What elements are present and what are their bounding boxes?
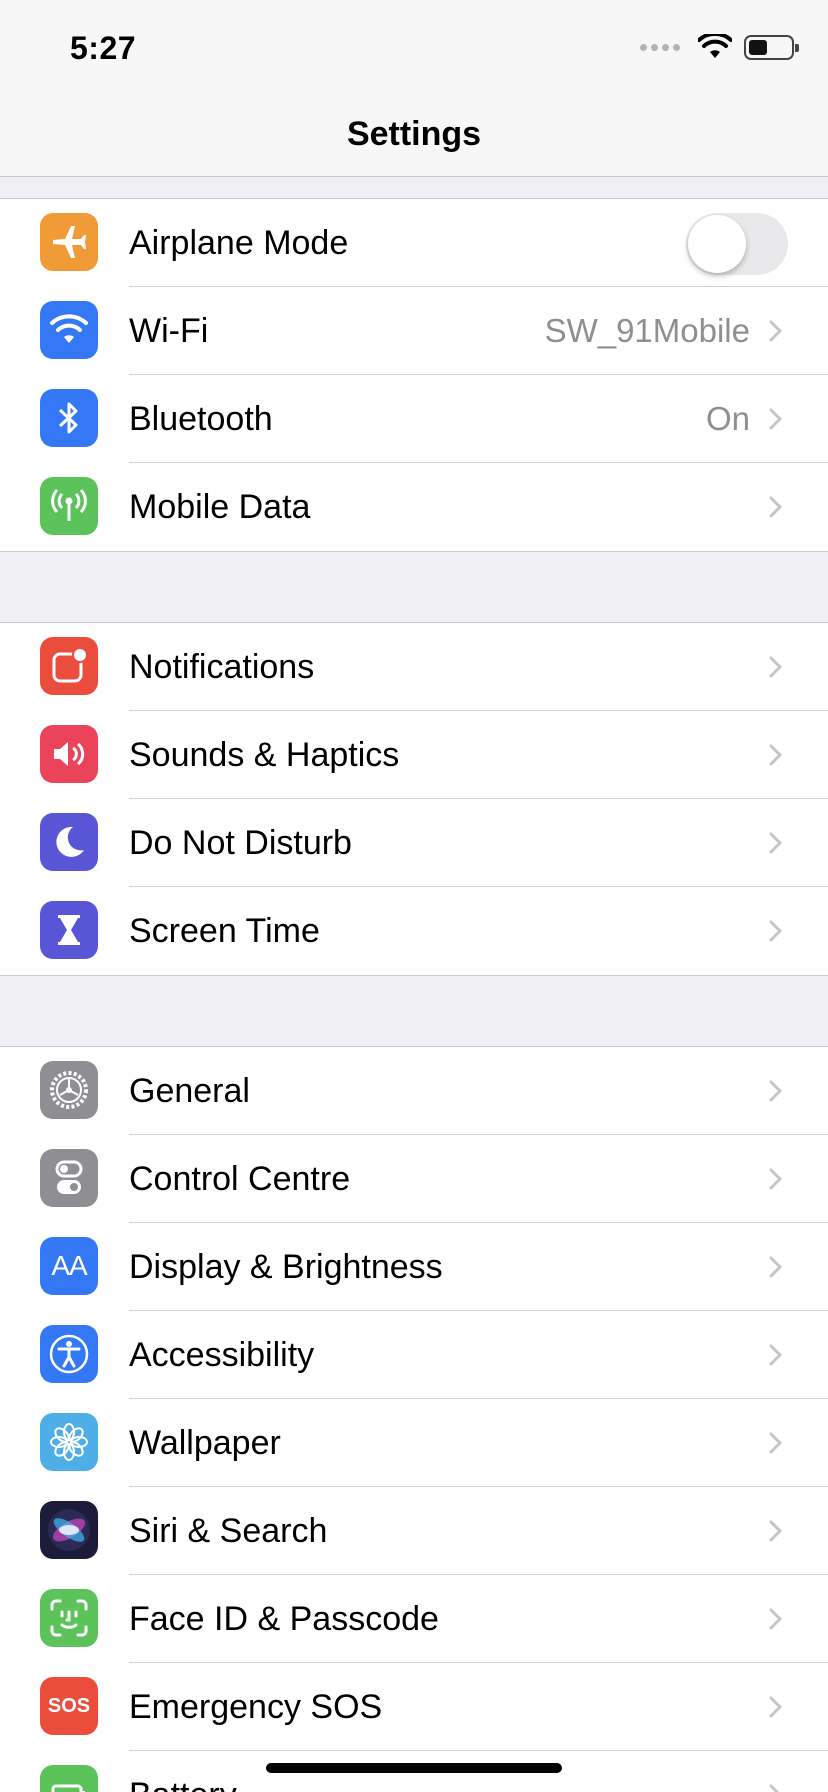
page-title: Settings <box>346 114 482 153</box>
wifi-status-icon <box>698 34 732 58</box>
moon-icon <box>40 813 98 871</box>
settings-row-label: Screen Time <box>129 912 320 950</box>
chevron-right-icon <box>769 1520 782 1542</box>
chevron-right-icon <box>769 1608 782 1630</box>
settings-row-label: Mobile Data <box>129 488 311 526</box>
settings-row-label: Airplane Mode <box>129 224 349 262</box>
settings-group-notifications: Notifications Sounds & Haptics Do Not Di… <box>0 622 828 976</box>
settings-row-label: Bluetooth <box>129 400 273 438</box>
settings-row-label: General <box>129 1072 250 1110</box>
airplane-mode-toggle[interactable] <box>686 213 788 275</box>
settings-row-label: Accessibility <box>129 1336 315 1374</box>
home-indicator[interactable] <box>266 1763 562 1773</box>
wifi-icon <box>40 301 98 359</box>
settings-row-notifications[interactable]: Notifications <box>0 623 828 711</box>
accessibility-icon <box>40 1325 98 1383</box>
chevron-right-icon <box>769 1696 782 1718</box>
switches-icon <box>40 1149 98 1207</box>
settings-group-connectivity: Airplane Mode Wi-Fi SW_91Mobile Bluetoot… <box>0 198 828 552</box>
chevron-right-icon <box>769 1168 782 1190</box>
settings-list: Airplane Mode Wi-Fi SW_91Mobile Bluetoot… <box>0 198 828 1792</box>
settings-row-accessibility[interactable]: Accessibility <box>0 1311 828 1399</box>
chevron-right-icon <box>769 656 782 678</box>
battery-icon <box>40 1765 98 1792</box>
settings-row-label: Do Not Disturb <box>129 824 352 862</box>
wifi-network-value: SW_91Mobile <box>544 312 750 349</box>
text-size-icon-text: AA <box>51 1250 87 1281</box>
settings-row-wallpaper[interactable]: Wallpaper <box>0 1399 828 1487</box>
battery-status-icon <box>744 34 799 60</box>
settings-row-label: Wi-Fi <box>129 312 209 350</box>
chevron-right-icon <box>769 832 782 854</box>
chevron-right-icon <box>769 408 782 430</box>
settings-row-emergency-sos[interactable]: SOS Emergency SOS <box>0 1663 828 1751</box>
settings-row-label: Control Centre <box>129 1160 351 1198</box>
settings-row-do-not-disturb[interactable]: Do Not Disturb <box>0 799 828 887</box>
settings-row-face-id-passcode[interactable]: Face ID & Passcode <box>0 1575 828 1663</box>
settings-row-general[interactable]: General <box>0 1047 828 1135</box>
settings-row-label: Battery <box>129 1751 237 1792</box>
text-size-icon: AA <box>40 1237 98 1295</box>
bluetooth-icon <box>40 389 98 447</box>
notifications-icon <box>40 637 98 695</box>
settings-row-control-centre[interactable]: Control Centre <box>0 1135 828 1223</box>
settings-row-label: Face ID & Passcode <box>129 1600 439 1638</box>
settings-row-sounds-haptics[interactable]: Sounds & Haptics <box>0 711 828 799</box>
chevron-right-icon <box>769 1080 782 1102</box>
status-bar: 5:27 <box>0 0 828 92</box>
settings-row-airplane-mode[interactable]: Airplane Mode <box>0 199 828 287</box>
antenna-icon <box>40 477 98 535</box>
cellular-signal-icon <box>640 43 680 51</box>
flower-icon <box>40 1413 98 1471</box>
chevron-right-icon <box>769 1784 780 1792</box>
settings-group-general: General Control Centre AA Display & Brig… <box>0 1046 828 1792</box>
chevron-right-icon <box>769 1256 782 1278</box>
settings-row-label: Notifications <box>129 648 315 686</box>
settings-row-screen-time[interactable]: Screen Time <box>0 887 828 975</box>
settings-row-label: Wallpaper <box>129 1424 281 1462</box>
bluetooth-status-value: On <box>705 400 750 437</box>
settings-row-display-brightness[interactable]: AA Display & Brightness <box>0 1223 828 1311</box>
hourglass-icon <box>40 901 98 959</box>
chevron-right-icon <box>769 1344 782 1366</box>
settings-row-siri-search[interactable]: Siri & Search <box>0 1487 828 1575</box>
settings-row-wifi[interactable]: Wi-Fi SW_91Mobile <box>0 287 828 375</box>
sos-icon: SOS <box>40 1677 98 1735</box>
navigation-bar: Settings <box>0 92 828 177</box>
settings-row-mobile-data[interactable]: Mobile Data <box>0 463 828 551</box>
sos-icon-text: SOS <box>47 1694 91 1717</box>
settings-row-bluetooth[interactable]: Bluetooth On <box>0 375 828 463</box>
chevron-right-icon <box>769 496 782 518</box>
settings-row-label: Emergency SOS <box>129 1688 383 1726</box>
siri-icon <box>40 1501 98 1559</box>
gear-icon <box>40 1061 98 1119</box>
chevron-right-icon <box>769 744 782 766</box>
status-time: 5:27 <box>70 30 137 66</box>
face-id-icon <box>40 1589 98 1647</box>
settings-row-label: Display & Brightness <box>129 1248 443 1286</box>
settings-row-label: Sounds & Haptics <box>129 736 400 774</box>
status-icons <box>640 34 799 60</box>
settings-row-label: Siri & Search <box>129 1512 328 1550</box>
airplane-icon <box>40 213 98 271</box>
chevron-right-icon <box>769 1432 782 1454</box>
speaker-icon <box>40 725 98 783</box>
chevron-right-icon <box>769 320 782 342</box>
chevron-right-icon <box>769 920 782 942</box>
